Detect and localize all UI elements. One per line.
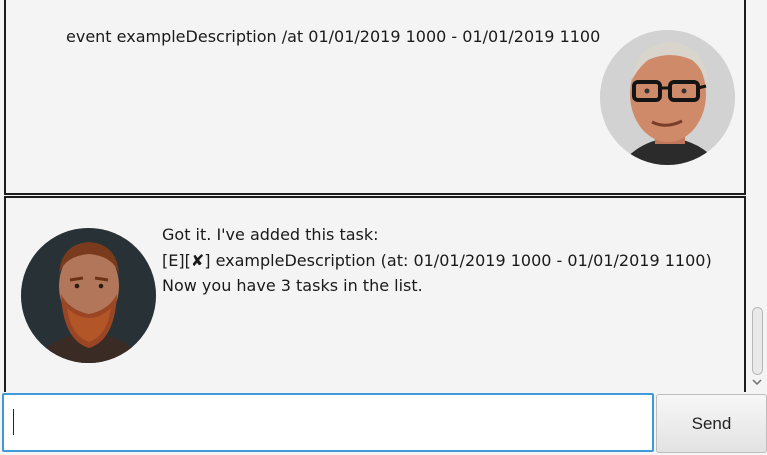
bot-message-line: [E][✘] exampleDescription (at: 01/01/201… (162, 250, 712, 270)
user-avatar (600, 30, 735, 165)
input-row: Send (0, 392, 767, 455)
bot-message-line: Now you have 3 tasks in the list. (162, 276, 423, 295)
bot-dialog-box: Got it. I've added this task: [E][✘] exa… (4, 196, 746, 392)
text-caret (13, 409, 14, 435)
scrollbar-thumb[interactable] (752, 307, 763, 375)
bot-message-line: Got it. I've added this task: (162, 225, 379, 244)
message-input[interactable] (2, 393, 654, 452)
user-dialog-box: event exampleDescription /at 01/01/2019 … (4, 0, 746, 195)
bot-message-text: Got it. I've added this task: [E][✘] exa… (162, 222, 712, 299)
vertical-scrollbar[interactable] (748, 0, 767, 392)
dialog-container: event exampleDescription /at 01/01/2019 … (0, 0, 767, 392)
bot-avatar (21, 228, 156, 363)
send-button[interactable]: Send (656, 394, 767, 453)
user-message-text: event exampleDescription /at 01/01/2019 … (66, 27, 601, 46)
chevron-down-icon[interactable] (751, 376, 763, 388)
